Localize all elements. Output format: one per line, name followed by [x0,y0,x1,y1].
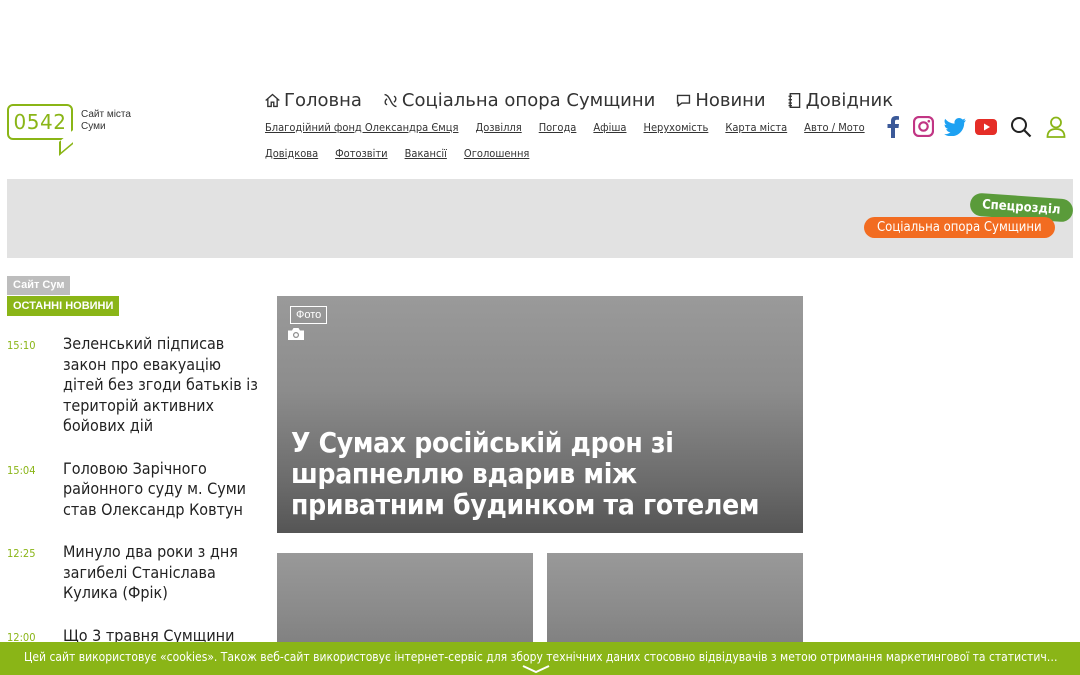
main-nav: Головна Соціальна опора Сумщини Новини Д… [264,90,893,111]
chevron-down-icon[interactable] [521,664,551,674]
nav-label: Соціальна опора Сумщини [401,90,656,111]
search-icon[interactable] [1009,114,1032,139]
latest-news-heading[interactable]: ОСТАННІ НОВИНИ [7,296,120,316]
sub-nav-link-map[interactable]: Карта міста [725,121,787,135]
sub-nav-link-photo-reports[interactable]: Фотозвіти [335,147,387,161]
logo-tagline: Сайт міста Суми [81,109,131,132]
sub-nav-link-ads[interactable]: Оголошення [464,147,529,161]
user-icon[interactable] [1044,114,1067,139]
hero-article[interactable]: Фото У Сумах російській дрон зі шрапнелл… [277,296,803,533]
special-section-link[interactable]: Соціальна опора Сумщини [864,217,1055,238]
chat-icon [677,94,691,107]
header-icons [881,114,1067,139]
support-icon [384,93,397,108]
news-time: 12:25 [7,547,36,560]
list-item[interactable]: 15:10 Зеленський підписав закон про евак… [7,334,265,437]
news-title[interactable]: Зеленський підписав закон про евакуацію … [63,334,263,437]
sub-nav-link-reference[interactable]: Довідкова [265,147,318,161]
news-title[interactable]: Минуло два роки з дня загибелі Станіслав… [63,542,263,604]
sub-nav-link-auto[interactable]: Авто / Мото [804,121,864,135]
logo-mark: 0542 [7,104,73,156]
sub-nav-link-leisure[interactable]: Дозвілля [475,121,521,135]
nav-item-home[interactable]: Головна [264,90,362,111]
sub-nav-link-weather[interactable]: Погода [539,121,577,135]
nav-item-directory[interactable]: Довідник [786,90,893,111]
site-logo[interactable]: 0542 Сайт міста Суми [7,104,141,156]
sub-nav: Благодійний фонд Олександра Ємця Дозвілл… [265,121,865,161]
sub-nav-link-vacancies[interactable]: Вакансії [405,147,447,161]
list-item[interactable]: 15:04 Головою Зарічного районного суду м… [7,459,265,521]
news-title[interactable]: Головою Зарічного районного суду м. Суми… [63,459,263,521]
nav-item-social-support[interactable]: Соціальна опора Сумщини [382,90,655,111]
site-tag[interactable]: Сайт Сум [7,276,71,295]
nav-label: Довідник [805,90,894,111]
hero-title[interactable]: У Сумах російській дрон зі шрапнеллю вда… [291,427,796,520]
facebook-icon[interactable] [881,114,904,139]
news-time: 15:10 [7,339,36,352]
twitter-icon[interactable] [943,114,966,139]
home-icon [265,93,280,108]
news-time: 15:04 [7,463,36,477]
notebook-icon [788,93,800,108]
nav-label: Головна [284,90,362,111]
camera-icon [287,327,305,346]
photo-badge: Фото [290,306,328,324]
sub-nav-link-charity[interactable]: Благодійний фонд Олександра Ємця [265,121,458,135]
youtube-icon[interactable] [974,114,997,139]
nav-label: Новини [695,90,766,111]
list-item[interactable]: 12:25 Минуло два роки з дня загибелі Ста… [7,542,265,604]
nav-item-news[interactable]: Новини [675,90,766,111]
news-card-image[interactable] [547,553,803,653]
sub-nav-link-realty[interactable]: Нерухомість [644,121,709,135]
logo-number: 0542 [13,110,67,134]
sub-nav-link-poster[interactable]: Афіша [593,121,626,135]
instagram-icon[interactable] [912,114,935,139]
latest-news-list: 15:10 Зеленський підписав закон про евак… [7,334,265,668]
news-card-image[interactable] [277,553,533,653]
